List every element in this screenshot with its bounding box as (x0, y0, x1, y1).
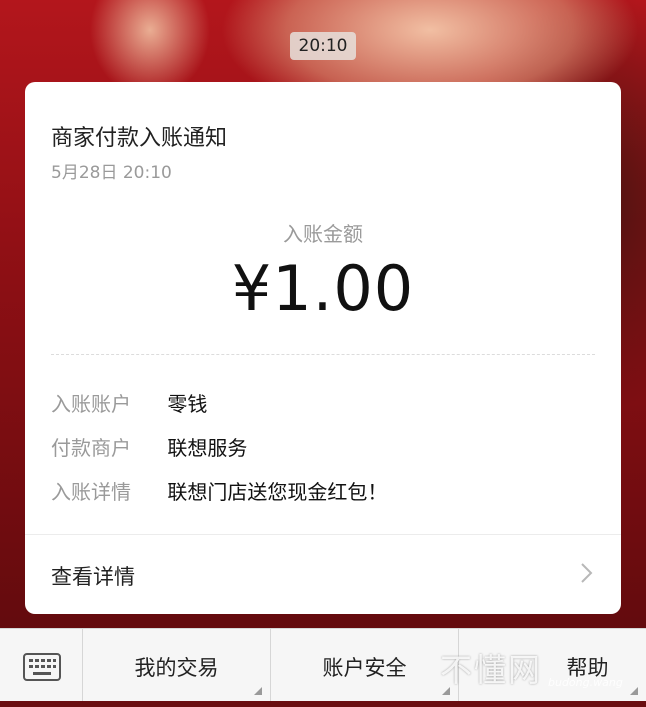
info-row-value: 零钱 (167, 392, 208, 416)
payment-notification-card: 商家付款入账通知 5月28日 20:10 入账金额 ¥1.00 入账账户 零钱 … (25, 82, 621, 614)
info-row-label: 入账账户 (51, 392, 131, 416)
submenu-indicator-icon (254, 687, 262, 695)
menu-my-transactions[interactable]: 我的交易 (83, 629, 271, 701)
notification-title: 商家付款入账通知 (51, 126, 228, 151)
keyboard-toggle-button[interactable] (0, 629, 83, 701)
info-row-label: 付款商户 (51, 436, 131, 460)
chevron-right-icon (581, 563, 593, 583)
info-row-merchant: 付款商户 联想服务 (51, 432, 247, 461)
view-details-button[interactable]: 查看详情 (25, 535, 621, 614)
view-details-label: 查看详情 (51, 565, 135, 589)
watermark-domain: budong.wang (548, 676, 623, 689)
menu-account-security[interactable]: 账户安全 (271, 629, 459, 701)
menu-item-label: 我的交易 (134, 656, 219, 680)
bottom-menu-bar: 我的交易 账户安全 帮助 (0, 628, 646, 701)
info-row-account: 入账账户 零钱 (51, 388, 207, 417)
info-row-detail: 入账详情 联想门店送您现金红包！ (51, 476, 387, 505)
notification-date: 5月28日 20:10 (51, 163, 172, 183)
keyboard-icon (23, 653, 61, 681)
amount-label: 入账金额 (283, 222, 363, 246)
info-row-value: 联想服务 (167, 436, 248, 460)
info-row-value: 联想门店送您现金红包！ (167, 480, 388, 504)
dashed-divider (51, 354, 595, 355)
watermark-logo: 不懂网 (440, 651, 543, 689)
info-row-label: 入账详情 (51, 480, 131, 504)
message-timestamp: 20:10 (290, 32, 356, 60)
submenu-indicator-icon (630, 687, 638, 695)
menu-item-label: 账户安全 (322, 656, 407, 680)
amount-value: ¥1.00 (231, 252, 415, 325)
